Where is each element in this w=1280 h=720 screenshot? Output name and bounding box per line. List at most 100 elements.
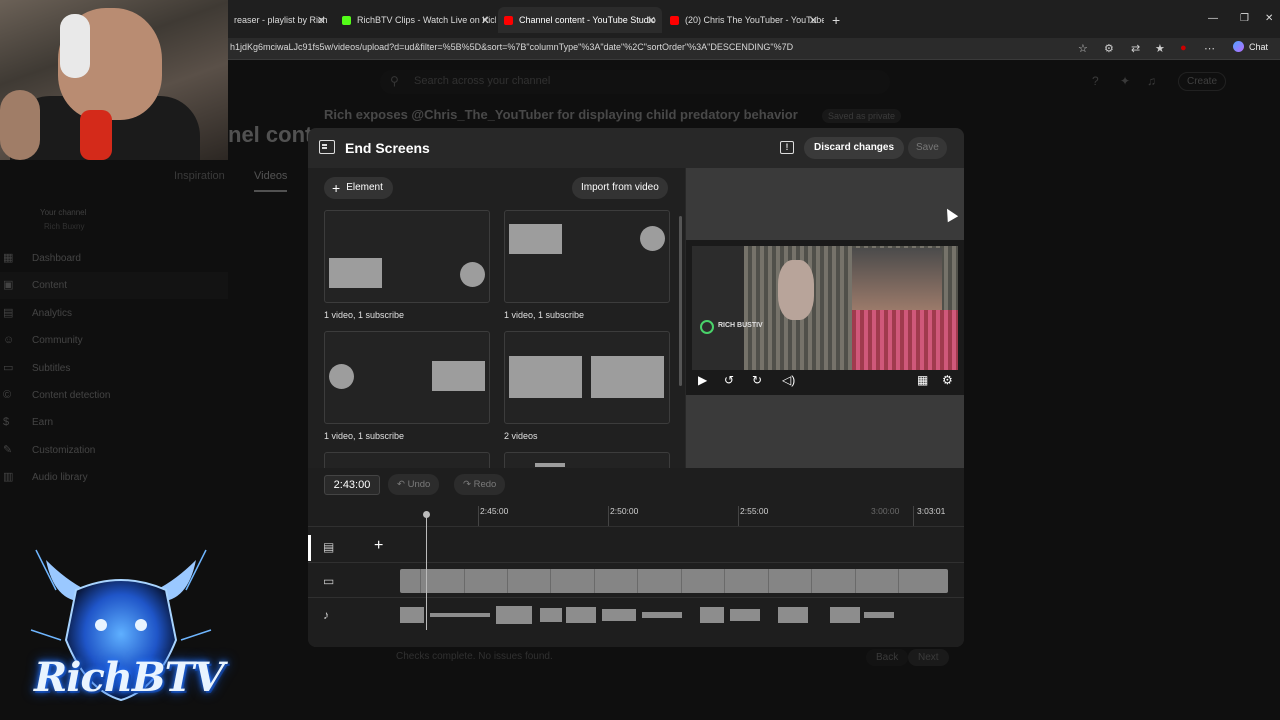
forward-10-icon[interactable]: ↻ xyxy=(752,373,762,387)
nav-community[interactable]: ☺ Community xyxy=(0,327,228,354)
subscribe-placeholder xyxy=(329,364,354,389)
studio-search-input[interactable]: ⚲ Search across your channel xyxy=(380,70,890,94)
earn-icon: $ xyxy=(3,416,10,428)
close-tab-icon[interactable]: ✕ xyxy=(809,14,818,27)
nav-dashboard[interactable]: ▦ Dashboard xyxy=(0,245,228,272)
grid-icon[interactable]: ▦ xyxy=(917,373,928,387)
template-card[interactable] xyxy=(324,452,490,468)
element-templates-panel: + Element Import from video 1 video, 1 s… xyxy=(308,168,685,468)
more-menu-icon[interactable]: ⋯ xyxy=(1204,42,1215,55)
bell-icon[interactable]: ♫ xyxy=(1147,74,1156,88)
save-button[interactable]: Save xyxy=(908,137,947,159)
chat-button[interactable]: Chat xyxy=(1232,41,1268,52)
frame-divider xyxy=(768,569,769,593)
nav-audio-library[interactable]: ▥ Audio library xyxy=(0,464,228,491)
template-card[interactable] xyxy=(324,331,490,424)
discard-changes-button[interactable]: Discard changes xyxy=(804,137,905,159)
playhead[interactable] xyxy=(426,514,427,630)
video-frame-person-left xyxy=(778,260,814,320)
frame-divider xyxy=(855,569,856,593)
add-end-screen-element-icon[interactable]: + xyxy=(374,537,383,555)
rewind-10-icon[interactable]: ↺ xyxy=(724,373,734,387)
nav-content[interactable]: ▣ Content xyxy=(0,272,228,299)
nav-customization[interactable]: ✎ Customization xyxy=(0,437,228,464)
next-button[interactable]: Next xyxy=(908,649,949,666)
browser-tab-playlist[interactable]: reaser - playlist by Rich ✕ xyxy=(228,7,332,33)
track-divider xyxy=(308,597,964,598)
back-button[interactable]: Back xyxy=(866,649,909,666)
redo-button[interactable]: ↷ Redo xyxy=(454,474,506,495)
undo-button[interactable]: ↶ Undo xyxy=(388,474,440,495)
tab-videos[interactable]: Videos xyxy=(254,170,288,192)
studio-search-placeholder: Search across your channel xyxy=(414,75,551,87)
create-button[interactable]: Create xyxy=(1178,72,1227,91)
selected-track-indicator xyxy=(308,535,311,561)
headphones xyxy=(60,14,90,78)
restore-icon[interactable]: ❐ xyxy=(1240,13,1249,24)
ruler-label: 2:45:00 xyxy=(480,506,509,516)
browser-tab-kick[interactable]: RichBTV Clips - Watch Live on Kick ✕ xyxy=(336,7,496,33)
template-card[interactable] xyxy=(324,210,490,303)
video-placeholder xyxy=(535,463,565,467)
browser-tab-studio[interactable]: Channel content - YouTube Studio ✕ xyxy=(498,7,662,33)
close-tab-icon[interactable]: ✕ xyxy=(317,14,326,27)
import-from-video-button[interactable]: Import from video xyxy=(572,177,668,199)
video-frame-red-panel xyxy=(852,310,958,370)
tab-title: (20) Chris The YouTuber - YouTube xyxy=(685,15,824,25)
frame-divider xyxy=(420,569,421,593)
nav-content-detection[interactable]: © Content detection xyxy=(0,382,228,409)
close-tab-icon[interactable]: ✕ xyxy=(481,14,490,27)
profile-avatar-icon[interactable]: ● xyxy=(1180,42,1187,54)
template-card[interactable] xyxy=(504,210,670,303)
add-element-button[interactable]: + Element xyxy=(324,177,393,199)
minimize-icon[interactable]: — xyxy=(1208,13,1218,24)
copilot-icon xyxy=(1232,41,1244,52)
video-player[interactable]: RICH BUSTIV ▶ ↺ ↻ ◁) ▦ ⚙ xyxy=(686,240,964,395)
subscribe-placeholder xyxy=(640,226,665,251)
ruler-tick xyxy=(913,506,914,526)
frame-divider xyxy=(637,569,638,593)
template-card[interactable] xyxy=(504,452,670,468)
current-time-display[interactable]: 2:43:00 xyxy=(324,475,380,495)
nav-analytics[interactable]: ▤ Analytics xyxy=(0,300,228,327)
new-tab-icon[interactable]: + xyxy=(832,12,840,28)
frame-divider xyxy=(811,569,812,593)
settings-gear-icon[interactable]: ⚙ xyxy=(942,373,953,387)
frame-divider xyxy=(724,569,725,593)
audio-library-icon: ▥ xyxy=(3,471,14,483)
video-track-strip[interactable] xyxy=(400,569,948,593)
frame-divider xyxy=(550,569,551,593)
frame-divider xyxy=(898,569,899,593)
youtube-favicon-icon xyxy=(670,15,679,25)
video-frame-sidebar xyxy=(692,246,744,370)
end-screen-track-icon: ▤ xyxy=(323,540,335,554)
extension-icon[interactable]: ⚙ xyxy=(1104,42,1114,55)
favorites-icon[interactable]: ★ xyxy=(1155,42,1165,55)
template-card[interactable] xyxy=(504,331,670,424)
ruler-tick xyxy=(478,506,479,526)
nav-subtitles[interactable]: ▭ Subtitles xyxy=(0,355,228,382)
sparkle-icon[interactable]: ✦ xyxy=(1120,74,1130,88)
play-icon[interactable]: ▶ xyxy=(698,373,707,387)
volume-icon[interactable]: ◁) xyxy=(782,373,795,387)
audio-waveform[interactable] xyxy=(400,603,900,627)
star-icon[interactable]: ☆ xyxy=(1078,42,1088,55)
ruler-label: 3:00:00 xyxy=(871,506,900,516)
video-placeholder xyxy=(329,258,382,288)
close-window-icon[interactable]: ✕ xyxy=(1265,13,1273,24)
nav-earn[interactable]: $ Earn xyxy=(0,409,228,436)
browser-tab-youtube[interactable]: (20) Chris The YouTuber - YouTube ✕ xyxy=(664,7,824,33)
webcam-overlay xyxy=(0,0,228,160)
template-label: 1 video, 1 subscribe xyxy=(324,431,405,441)
templates-scrollbar[interactable] xyxy=(679,216,682,386)
feedback-icon[interactable]: ! xyxy=(780,141,794,154)
sync-icon[interactable]: ⇄ xyxy=(1131,42,1140,55)
tab-title: Channel content - YouTube Studio xyxy=(519,15,656,25)
help-icon[interactable]: ? xyxy=(1092,74,1099,88)
close-tab-icon[interactable]: ✕ xyxy=(647,14,656,27)
video-frame: RICH BUSTIV xyxy=(692,246,958,370)
kick-favicon-icon xyxy=(342,15,351,25)
content-icon: ▣ xyxy=(3,279,14,291)
tab-inspiration[interactable]: Inspiration xyxy=(174,170,225,182)
your-channel-label: Your channel xyxy=(40,208,87,217)
